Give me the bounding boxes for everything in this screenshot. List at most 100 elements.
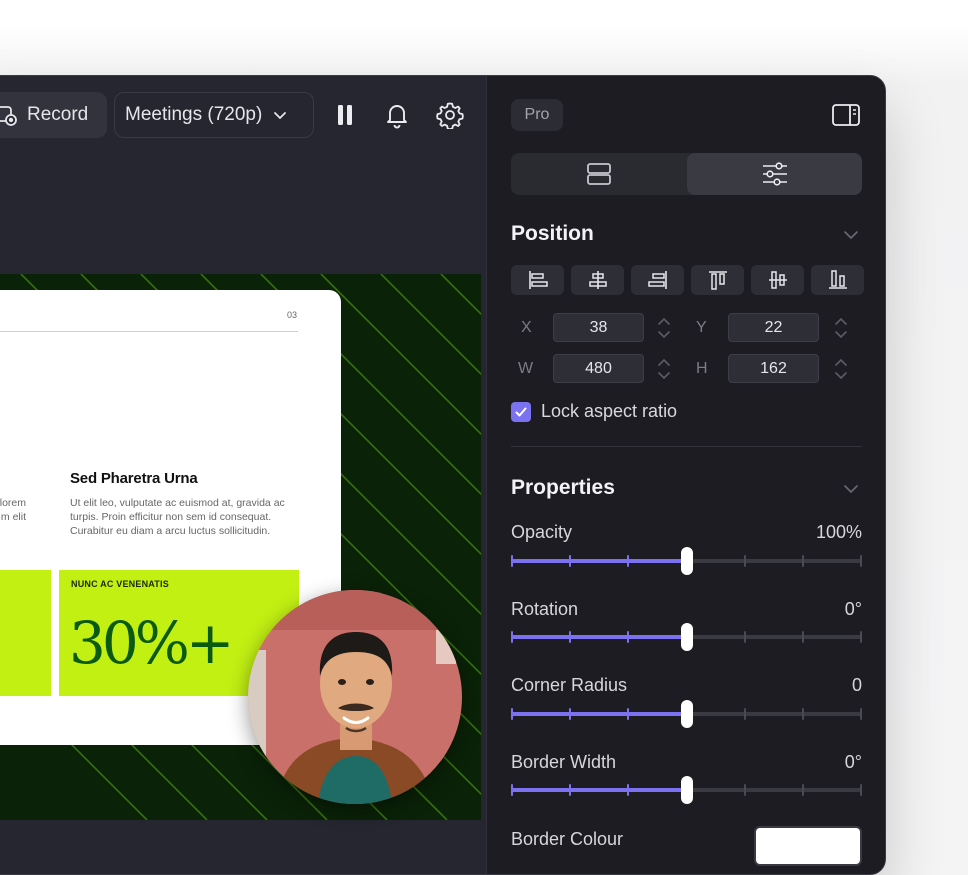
corner-radius-slider[interactable]: [511, 704, 862, 724]
slide-heading: Sed Pharetra Urna: [70, 470, 197, 487]
align-center-h-icon: [587, 269, 609, 291]
pause-icon: [335, 103, 355, 127]
chevron-down-icon: [272, 107, 288, 123]
slide-rule: [0, 331, 298, 332]
quality-select[interactable]: Meetings (720p): [114, 92, 314, 138]
align-top-icon: [707, 269, 729, 291]
slide-page-number: 03: [287, 310, 297, 320]
slider-tick: [627, 784, 629, 796]
border-width-value: 0°: [845, 752, 862, 773]
rotation-value: 0°: [845, 599, 862, 620]
slider-tick: [744, 784, 746, 796]
x-stepper-icon[interactable]: [655, 314, 673, 342]
section-divider: [511, 446, 862, 447]
rotation-slider[interactable]: [511, 627, 862, 647]
slide-body-left: lorem m elit: [0, 496, 26, 524]
webcam-avatar[interactable]: [248, 590, 462, 804]
h-label: H: [696, 360, 708, 378]
lock-aspect-checkbox[interactable]: [511, 402, 531, 422]
align-toolbar: [511, 265, 864, 295]
record-label: Record: [27, 104, 88, 126]
chevron-down-icon[interactable]: [843, 227, 859, 243]
panel-tabs: [511, 153, 862, 195]
record-icon: [0, 104, 17, 126]
gear-icon: [436, 101, 464, 129]
pro-badge: Pro: [511, 99, 563, 131]
slider-tick: [860, 555, 862, 567]
stat-value: 30%+: [69, 614, 231, 672]
slider-tick: [860, 631, 862, 643]
align-center-v-button[interactable]: [751, 265, 804, 295]
slider-tick: [569, 555, 571, 567]
settings-button[interactable]: [435, 100, 465, 130]
align-bottom-icon: [827, 269, 849, 291]
w-input[interactable]: 480: [553, 354, 644, 383]
y-stepper-icon[interactable]: [832, 314, 850, 342]
align-right-button[interactable]: [631, 265, 684, 295]
w-label: W: [518, 360, 533, 378]
layers-icon: [586, 162, 612, 186]
align-left-icon: [527, 269, 549, 291]
tab-layers[interactable]: [586, 162, 612, 191]
person-photo: [248, 590, 462, 804]
x-input[interactable]: 38: [553, 313, 644, 342]
opacity-slider[interactable]: [511, 551, 862, 571]
border-colour-swatch[interactable]: [754, 826, 862, 866]
slider-tick: [802, 708, 804, 720]
slide-body: Ut elit leo, vulputate ac euismod at, gr…: [70, 496, 300, 538]
align-top-button[interactable]: [691, 265, 744, 295]
slider-thumb[interactable]: [681, 547, 693, 575]
border-width-label: Border Width: [511, 752, 616, 773]
slider-fill: [511, 712, 687, 716]
pause-button[interactable]: [330, 100, 360, 130]
slider-tick: [802, 555, 804, 567]
record-button[interactable]: Record: [0, 92, 107, 138]
slider-tick: [569, 784, 571, 796]
slider-thumb[interactable]: [681, 623, 693, 651]
chevron-down-icon[interactable]: [843, 481, 859, 497]
slider-tick: [511, 555, 513, 567]
panel-toggle-button[interactable]: [831, 103, 861, 132]
h-input[interactable]: 162: [728, 354, 819, 383]
slider-tick: [744, 555, 746, 567]
h-stepper-icon[interactable]: [832, 355, 850, 383]
corner-radius-label: Corner Radius: [511, 675, 627, 696]
slider-tick: [627, 708, 629, 720]
y-input[interactable]: 22: [728, 313, 819, 342]
opacity-label: Opacity: [511, 522, 572, 543]
slide-stat-card-left: [0, 570, 51, 696]
align-center-h-button[interactable]: [571, 265, 624, 295]
lock-aspect-ratio[interactable]: Lock aspect ratio: [511, 401, 677, 422]
quality-value: Meetings (720p): [125, 104, 262, 126]
border-width-slider[interactable]: [511, 780, 862, 800]
slider-tick: [627, 631, 629, 643]
x-label: X: [521, 319, 532, 337]
slider-thumb[interactable]: [681, 776, 693, 804]
slider-tick: [860, 708, 862, 720]
slider-tick: [802, 784, 804, 796]
y-label: Y: [696, 319, 707, 337]
slider-tick: [744, 631, 746, 643]
bell-icon: [384, 101, 410, 129]
align-left-button[interactable]: [511, 265, 564, 295]
align-bottom-button[interactable]: [811, 265, 864, 295]
slider-fill: [511, 559, 687, 563]
properties-section-title: Properties: [511, 476, 615, 500]
notifications-button[interactable]: [382, 100, 412, 130]
stat-caption: NUNC AC VENENATIS: [71, 579, 169, 589]
align-right-icon: [647, 269, 669, 291]
w-stepper-icon[interactable]: [655, 355, 673, 383]
slider-tick: [860, 784, 862, 796]
rotation-label: Rotation: [511, 599, 578, 620]
slider-thumb[interactable]: [681, 700, 693, 728]
position-section-title: Position: [511, 222, 594, 246]
tab-adjustments[interactable]: [761, 162, 789, 191]
slider-tick: [802, 631, 804, 643]
lock-aspect-label: Lock aspect ratio: [541, 401, 677, 422]
sliders-icon: [761, 162, 789, 186]
slider-tick: [744, 708, 746, 720]
slider-tick: [511, 631, 513, 643]
sidebar-toggle-icon: [831, 103, 861, 127]
slider-tick: [511, 784, 513, 796]
slider-tick: [511, 708, 513, 720]
